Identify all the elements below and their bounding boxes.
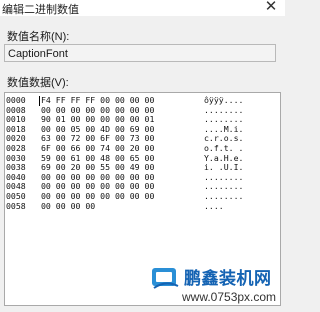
- hex-ascii: ........: [204, 191, 244, 201]
- hex-offset: 0038: [6, 162, 26, 173]
- value-name-label: 数值名称(N):: [7, 31, 70, 43]
- close-icon[interactable]: ✕: [263, 0, 279, 15]
- hex-offset: 0028: [6, 143, 26, 153]
- value-data-label: 数值数据(V):: [7, 77, 69, 89]
- title-bar: 编辑二进制数值 ✕: [0, 0, 285, 16]
- text-caret: [39, 96, 40, 106]
- hex-offset: 0000: [6, 95, 26, 105]
- hex-offset: 0010: [6, 114, 26, 125]
- hex-offset: 0058: [6, 200, 26, 211]
- hex-bytes: 6F 00 66 00 74 00 20 00: [41, 143, 155, 153]
- hex-bytes: F4 FF FF FF 00 00 00 00: [41, 95, 155, 105]
- hex-ascii: ....: [204, 200, 224, 211]
- value-name-field[interactable]: CaptionFont: [4, 44, 276, 62]
- hex-bytes: 69 00 20 00 55 00 49 00: [41, 162, 155, 173]
- hex-bytes: 90 01 00 00 00 00 00 01: [41, 114, 155, 125]
- watermark-url: www.0753px.com: [182, 290, 277, 304]
- watermark-title: 鹏鑫装机网: [184, 269, 272, 289]
- hex-bytes: 00 00 00 00: [41, 200, 96, 211]
- hex-offset: 0050: [6, 191, 26, 201]
- hex-ascii: i. .U.I.: [204, 162, 244, 173]
- watermark-logo-icon: [152, 268, 179, 289]
- window-title: 编辑二进制数值: [2, 4, 79, 16]
- hex-ascii: ........: [204, 114, 244, 125]
- hex-bytes: 00 00 00 00 00 00 00 00: [41, 191, 155, 201]
- hex-ascii: o.f.t. .: [204, 143, 244, 153]
- hex-ascii: ôÿÿÿ....: [204, 95, 244, 105]
